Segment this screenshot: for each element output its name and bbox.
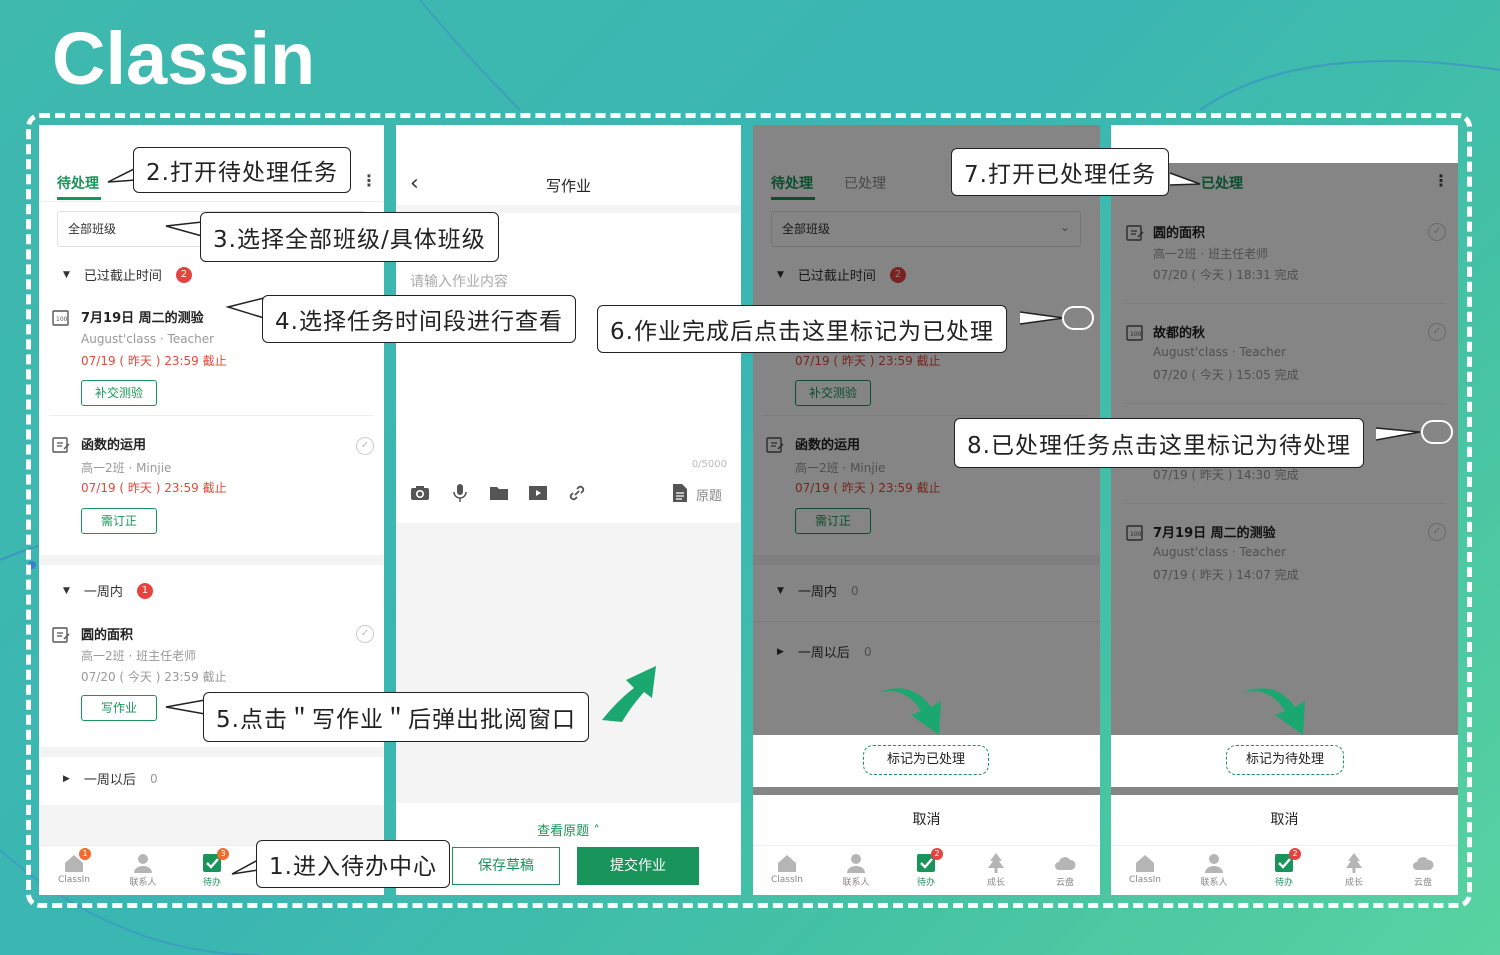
callout-step-8: 8.已处理任务点击这里标记为待处理 xyxy=(954,418,1364,468)
callout-step-2: 2.打开待处理任务 xyxy=(133,147,351,193)
callout-pointers xyxy=(107,167,1421,875)
callout-step-5: 5.点击＂写作业＂后弹出批阅窗口 xyxy=(203,692,589,742)
green-up-arrow-icon xyxy=(602,666,656,722)
callout-step-7: 7.打开已处理任务 xyxy=(951,148,1169,196)
callout-step-3: 3.选择全部班级/具体班级 xyxy=(200,212,499,262)
highlight-ring xyxy=(1421,420,1453,444)
highlight-ring xyxy=(1062,306,1094,330)
callout-step-6: 6.作业完成后点击这里标记为已处理 xyxy=(597,305,1007,353)
callout-step-4: 4.选择任务时间段进行查看 xyxy=(262,295,576,343)
callout-step-1: 1.进入待办中心 xyxy=(256,840,450,888)
